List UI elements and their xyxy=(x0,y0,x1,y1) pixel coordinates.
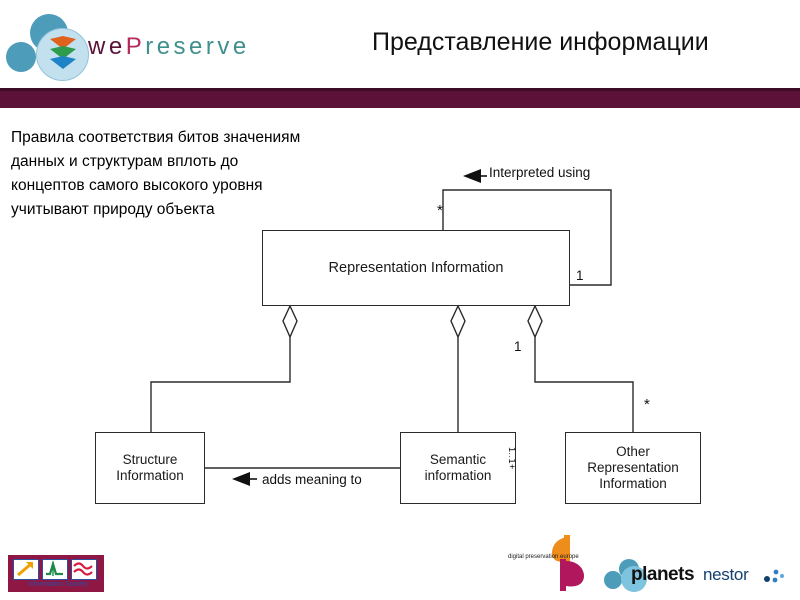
uml-box-representation-information-label: Representation Information xyxy=(328,260,504,276)
uml-box-other-representation-information[interactable]: Other Representation Information xyxy=(565,432,701,504)
dpe-logo-caption: digital preservation europe xyxy=(508,554,579,560)
uml-box-representation-information[interactable]: Representation Information xyxy=(262,230,570,306)
aggregation-diamond-other xyxy=(527,304,543,339)
edge-to-structure-information xyxy=(150,337,291,432)
page-title: Представление информации xyxy=(372,28,709,56)
multiplicity-self-loop-target: 1 xyxy=(576,268,584,283)
semantic-line-2: information xyxy=(424,468,492,483)
edge-to-other-representation xyxy=(534,337,634,432)
eu-tile-waves-icon xyxy=(71,559,97,580)
slide-canvas: wePreserve Представление информации Прав… xyxy=(0,0,800,600)
nestor-dots-icon xyxy=(764,569,784,583)
logo-circle-small-icon xyxy=(6,42,36,72)
uml-box-semantic-information-label: Semantic information xyxy=(425,452,492,484)
uml-box-structure-information[interactable]: Structure Information xyxy=(95,432,205,504)
arrowhead-interpreted-using xyxy=(463,169,481,183)
multiplicity-semantic-rotated: 1..1+ xyxy=(507,447,517,470)
header-color-band xyxy=(0,91,800,108)
wepreserve-logo-mark xyxy=(4,10,89,82)
multiplicity-other-representation: * xyxy=(644,396,650,413)
logo-chevron-stack-icon xyxy=(48,35,78,75)
body-paragraph: Правила соответствия битов значениям дан… xyxy=(11,126,403,222)
edge-label-adds-meaning-to: adds meaning to xyxy=(262,472,362,487)
uml-box-other-representation-label: Other Representation Information xyxy=(587,444,679,492)
nestor-logo: nestor xyxy=(703,565,795,589)
other-line-1: Other xyxy=(616,444,650,459)
aggregation-diamond-structure xyxy=(282,304,298,339)
aggregation-diamond-semantic xyxy=(450,304,466,339)
semantic-line-1: Semantic xyxy=(429,452,487,467)
multiplicity-third-aggregation: 1 xyxy=(514,339,522,354)
body-line-1: Правила соответствия битов значениям xyxy=(11,129,301,146)
structure-line-2: Information xyxy=(116,468,184,483)
uml-box-structure-information-label: Structure Information xyxy=(116,452,184,484)
structure-line-1: Structure xyxy=(122,452,178,467)
body-line-2: данных и структурам вплоть до xyxy=(11,153,239,170)
planets-logo: planets xyxy=(603,558,695,592)
edge-label-interpreted-using: Interpreted using xyxy=(489,165,591,180)
planets-wordmark: planets xyxy=(631,564,695,585)
eu-logo-caption: Information Society xyxy=(28,581,88,588)
digital-preservation-europe-logo: digital preservation europe xyxy=(508,533,598,593)
wepreserve-wordmark: wePreserve xyxy=(88,33,250,61)
eu-tile-chart-icon xyxy=(42,559,68,580)
dpe-mark-icon xyxy=(552,535,584,591)
body-line-4: учитывают природу объекта xyxy=(11,201,215,218)
wordmark-p: P xyxy=(125,33,146,60)
wordmark-we: we xyxy=(88,33,126,60)
other-line-3: Information xyxy=(599,476,667,491)
wordmark-reserve: reserve xyxy=(145,33,250,60)
eu-logo-tiles xyxy=(13,559,97,580)
arrowhead-adds-meaning-to xyxy=(232,472,250,486)
eu-information-society-logo: Information Society xyxy=(8,555,104,592)
slide-header: wePreserve Представление информации xyxy=(0,0,800,88)
other-line-2: Representation xyxy=(587,460,679,475)
uml-box-semantic-information[interactable]: Semantic information xyxy=(400,432,516,504)
body-line-3: концептов самого высокого уровня xyxy=(11,177,263,194)
eu-tile-arrow-icon xyxy=(13,559,39,580)
multiplicity-self-loop-source: * xyxy=(437,202,443,219)
nestor-wordmark: nestor xyxy=(703,565,749,584)
